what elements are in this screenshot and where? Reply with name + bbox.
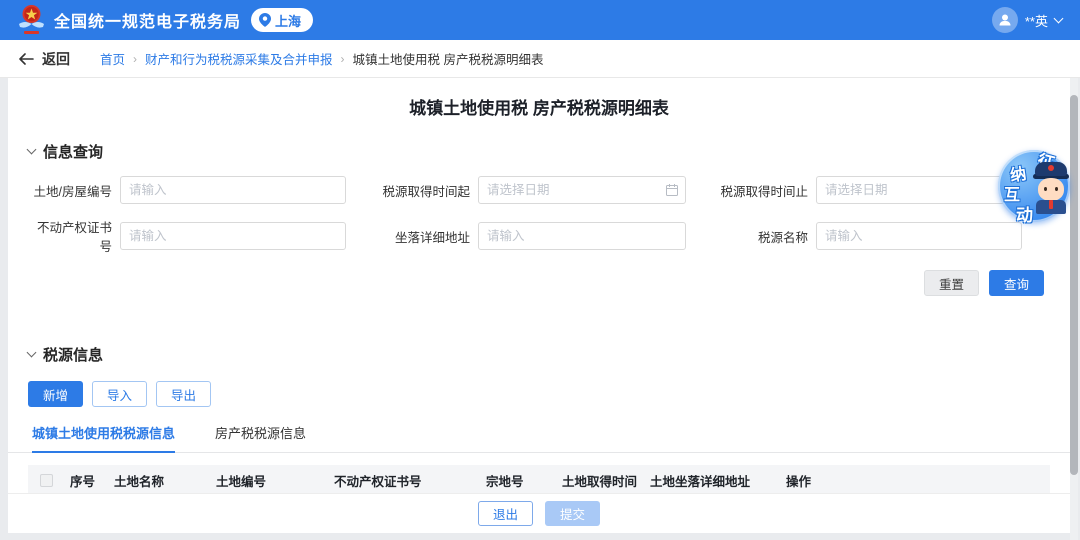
chevron-down-icon (27, 348, 37, 358)
source-date-end-input[interactable] (816, 176, 1022, 204)
detailed-address-input[interactable] (478, 222, 686, 250)
import-button[interactable]: 导入 (92, 381, 147, 407)
avatar (992, 7, 1018, 33)
col-land-number: 土地编号 (210, 465, 328, 495)
breadcrumb-home[interactable]: 首页 (100, 49, 125, 68)
breadcrumb-bar: 返回 首页 › 财产和行为税税源采集及合并申报 › 城镇土地使用税 房产税税源明… (0, 40, 1080, 78)
location-selector[interactable]: 上海 (251, 8, 313, 32)
main-content: 城镇土地使用税 房产税税源明细表 信息查询 土地/房屋编号 税源取得时间起 (8, 78, 1070, 533)
query-form: 土地/房屋编号 税源取得时间起 税源取得时间止 (28, 176, 1050, 255)
breadcrumb-collection[interactable]: 财产和行为税税源采集及合并申报 (145, 49, 333, 68)
app-header: 全国统一规范电子税务局 上海 **英 (0, 0, 1080, 40)
chevron-down-icon (27, 145, 37, 155)
field-label: 税源取得时间起 (360, 181, 470, 200)
tax-bureau-logo-icon (18, 4, 45, 36)
tab-urban-land-use-tax[interactable]: 城镇土地使用税税源信息 (32, 423, 175, 453)
col-property-cert: 不动产权证书号 (328, 465, 480, 495)
app-title: 全国统一规范电子税务局 (54, 8, 241, 32)
chevron-down-icon (1054, 14, 1064, 24)
source-tabs: 城镇土地使用税税源信息 房产税税源信息 (8, 423, 1070, 453)
tax-officer-mascot-icon (1032, 162, 1070, 220)
field-source-date-start: 税源取得时间起 (360, 176, 700, 204)
back-button[interactable]: 返回 (18, 49, 70, 69)
query-section-title: 信息查询 (43, 141, 103, 162)
tax-assistant-widget[interactable]: 征 纳 互 动 (998, 148, 1072, 228)
export-button[interactable]: 导出 (156, 381, 211, 407)
select-all-cell (28, 465, 64, 495)
land-house-number-input[interactable] (120, 176, 346, 204)
submit-button[interactable]: 提交 (545, 501, 600, 526)
field-label: 税源取得时间止 (700, 181, 808, 200)
user-menu[interactable]: **英 (992, 7, 1062, 33)
calendar-icon (666, 184, 678, 196)
field-source-date-end: 税源取得时间止 (700, 176, 1038, 204)
query-actions: 重置 查询 (8, 270, 1070, 296)
field-source-name: 税源名称 (700, 217, 1038, 255)
table-header-row: 序号 土地名称 土地编号 不动产权证书号 宗地号 土地取得时间 土地坐落详细地址… (28, 465, 1050, 495)
source-section-title: 税源信息 (43, 344, 103, 365)
back-label: 返回 (42, 49, 70, 69)
breadcrumb-separator: › (341, 52, 345, 66)
field-label: 不动产权证书号 (28, 217, 112, 255)
field-label: 税源名称 (700, 227, 808, 246)
form-footer: 退出 提交 (8, 493, 1070, 533)
col-index: 序号 (64, 465, 108, 495)
field-property-cert-number: 不动产权证书号 (28, 217, 360, 255)
property-cert-number-input[interactable] (120, 222, 346, 250)
col-parcel-number: 宗地号 (480, 465, 556, 495)
arrow-left-icon (18, 53, 34, 65)
tab-property-tax[interactable]: 房产税税源信息 (215, 423, 306, 452)
source-section-header[interactable]: 税源信息 (8, 344, 1070, 365)
field-label: 坐落详细地址 (360, 227, 470, 246)
search-button[interactable]: 查询 (989, 270, 1044, 296)
col-land-name: 土地名称 (108, 465, 210, 495)
source-toolbar: 新增 导入 导出 (28, 381, 1070, 407)
breadcrumb: 首页 › 财产和行为税税源采集及合并申报 › 城镇土地使用税 房产税税源明细表 (100, 49, 544, 68)
location-label: 上海 (275, 11, 301, 30)
breadcrumb-separator: › (133, 52, 137, 66)
add-button[interactable]: 新增 (28, 381, 83, 407)
assistant-char: 动 (1016, 201, 1033, 226)
exit-button[interactable]: 退出 (478, 501, 533, 526)
col-land-address: 土地坐落详细地址 (644, 465, 780, 495)
reset-button[interactable]: 重置 (924, 270, 979, 296)
field-detailed-address: 坐落详细地址 (360, 217, 700, 255)
query-section-header[interactable]: 信息查询 (8, 141, 1070, 162)
source-name-input[interactable] (816, 222, 1022, 250)
field-land-house-number: 土地/房屋编号 (28, 176, 360, 204)
source-date-start-input[interactable] (478, 176, 686, 204)
location-pin-icon (259, 13, 271, 27)
user-name: **英 (1025, 11, 1048, 30)
page-title: 城镇土地使用税 房产税税源明细表 (8, 94, 1070, 119)
breadcrumb-current: 城镇土地使用税 房产税税源明细表 (353, 49, 544, 68)
field-label: 土地/房屋编号 (28, 181, 112, 200)
col-acquire-time: 土地取得时间 (556, 465, 644, 495)
select-all-checkbox[interactable] (40, 474, 53, 487)
col-actions: 操作 (780, 465, 1050, 495)
person-icon (997, 12, 1013, 28)
